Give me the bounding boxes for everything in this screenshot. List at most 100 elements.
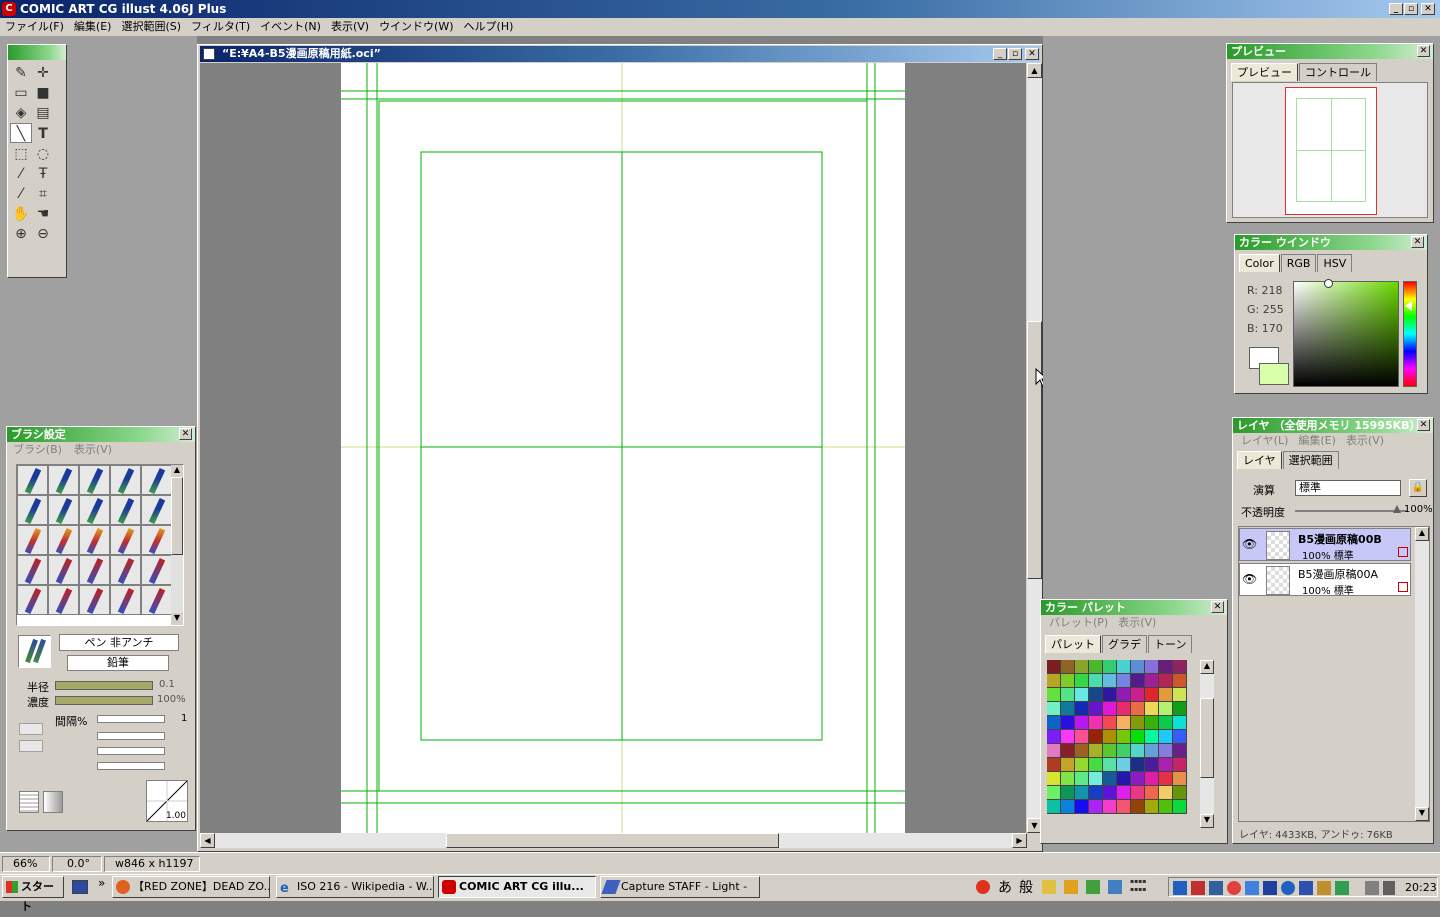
brush-preset-icon[interactable] xyxy=(110,585,141,615)
menu-selection[interactable]: 選択範囲(S) xyxy=(116,18,186,36)
layer-list-scrollbar[interactable]: ▲ ▼ xyxy=(1415,527,1429,821)
palette-swatch[interactable] xyxy=(1145,758,1159,772)
palette-swatch[interactable] xyxy=(1047,674,1061,688)
layer-scroll-up[interactable]: ▲ xyxy=(1415,527,1429,541)
palette-swatch[interactable] xyxy=(1061,800,1075,814)
hue-slider[interactable] xyxy=(1403,281,1417,387)
palette-swatch[interactable] xyxy=(1075,772,1089,786)
lasso-select-icon[interactable]: ◌ xyxy=(32,144,54,164)
palette-scroll-up[interactable]: ▲ xyxy=(1200,660,1214,674)
palette-swatch[interactable] xyxy=(1117,702,1131,716)
palette-swatch[interactable] xyxy=(1117,730,1131,744)
palette-swatch[interactable] xyxy=(1173,786,1187,800)
ime-tool-icon-4[interactable] xyxy=(1108,880,1122,894)
palette-swatch[interactable] xyxy=(1075,688,1089,702)
menu-event[interactable]: イベント(N) xyxy=(255,18,326,36)
palette-swatch[interactable] xyxy=(1075,660,1089,674)
tray-icon-10[interactable] xyxy=(1335,881,1349,895)
palette-swatch[interactable] xyxy=(1103,716,1117,730)
palette-swatch[interactable] xyxy=(1173,772,1187,786)
palette-swatch[interactable] xyxy=(1047,800,1061,814)
line-tool-icon[interactable]: ╲ xyxy=(10,123,32,143)
density-slider[interactable] xyxy=(55,696,153,705)
palette-swatch[interactable] xyxy=(1089,674,1103,688)
palette-swatch[interactable] xyxy=(1061,702,1075,716)
menu-help[interactable]: ヘルプ(H) xyxy=(459,18,519,36)
palette-swatch[interactable] xyxy=(1089,730,1103,744)
brush-preset-icon[interactable] xyxy=(141,555,172,585)
palette-swatch[interactable] xyxy=(1089,716,1103,730)
palette-swatch[interactable] xyxy=(1089,660,1103,674)
doc-scroll-thumb-h[interactable] xyxy=(446,833,779,848)
brush-preset-icon[interactable] xyxy=(141,585,172,615)
color-window-close-button[interactable]: ✕ xyxy=(1411,236,1424,248)
canvas-area[interactable] xyxy=(200,63,1026,833)
brush-preset-icon[interactable] xyxy=(17,495,48,525)
palette-swatch[interactable] xyxy=(1103,730,1117,744)
layer-menu-layer[interactable]: レイヤ(L) xyxy=(1241,434,1288,447)
palette-swatch[interactable] xyxy=(1075,716,1089,730)
palette-swatch[interactable] xyxy=(1103,758,1117,772)
palette-swatch[interactable] xyxy=(1047,786,1061,800)
opacity-slider[interactable] xyxy=(1295,510,1407,512)
pressure-curve[interactable]: 1.00 xyxy=(146,780,188,822)
brush-preset-icon[interactable] xyxy=(48,555,79,585)
palette-swatch[interactable] xyxy=(1159,660,1173,674)
brush-preset-icon[interactable] xyxy=(110,495,141,525)
opacity-slider-thumb[interactable] xyxy=(1393,505,1401,513)
palette-grid[interactable] xyxy=(1047,660,1199,828)
palette-swatch[interactable] xyxy=(1145,772,1159,786)
preview-area[interactable] xyxy=(1232,82,1428,218)
palette-swatch[interactable] xyxy=(1145,800,1159,814)
volume-icon[interactable] xyxy=(1383,881,1395,895)
rect-tool-icon[interactable]: ▭ xyxy=(10,83,32,103)
brush-preset-icon[interactable] xyxy=(48,585,79,615)
palette-swatch[interactable] xyxy=(1131,674,1145,688)
palette-swatch[interactable] xyxy=(1131,702,1145,716)
palette-swatch[interactable] xyxy=(1117,744,1131,758)
tab-gradient[interactable]: グラデ xyxy=(1102,635,1147,653)
fill-rect-tool-icon[interactable]: ■ xyxy=(32,83,54,103)
layer-row[interactable]: 👁 B5漫画原稿00B 100% 標準 xyxy=(1239,528,1411,562)
brush-menu-view[interactable]: 表示(V) xyxy=(74,443,112,456)
preview-close-button[interactable]: ✕ xyxy=(1417,45,1430,57)
gradient-tool-icon[interactable]: ▤ xyxy=(32,103,54,123)
crop-tool-icon[interactable]: ⌗ xyxy=(32,184,54,204)
tray-icon-4[interactable] xyxy=(1227,881,1241,895)
palette-swatch[interactable] xyxy=(1089,800,1103,814)
palette-swatch[interactable] xyxy=(1047,688,1061,702)
close-button[interactable]: ✕ xyxy=(1421,3,1435,15)
tab-selection[interactable]: 選択範囲 xyxy=(1282,451,1339,469)
zoom-in-icon[interactable]: ⊕ xyxy=(10,224,32,244)
palette-swatch[interactable] xyxy=(1103,674,1117,688)
palette-swatch[interactable] xyxy=(1075,800,1089,814)
brush-grid-scrollbar[interactable]: ▲ ▼ xyxy=(171,465,183,625)
palette-swatch[interactable] xyxy=(1103,660,1117,674)
texture-icon[interactable] xyxy=(19,791,39,813)
palette-swatch[interactable] xyxy=(1117,758,1131,772)
palette-swatch[interactable] xyxy=(1131,730,1145,744)
ime-tool-icon-2[interactable] xyxy=(1064,880,1078,894)
palette-swatch[interactable] xyxy=(1061,716,1075,730)
layer-lock-icon[interactable] xyxy=(1398,547,1408,557)
palette-swatch[interactable] xyxy=(1061,786,1075,800)
palette-swatch[interactable] xyxy=(1159,688,1173,702)
menu-filter[interactable]: フィルタ(T) xyxy=(186,18,255,36)
brush-shape-dots-icon[interactable] xyxy=(19,740,43,752)
option-slider-3[interactable] xyxy=(97,762,165,770)
palette-swatch[interactable] xyxy=(1145,716,1159,730)
palette-swatch[interactable] xyxy=(1131,744,1145,758)
layer-menu-view[interactable]: 表示(V) xyxy=(1346,434,1384,447)
palette-swatch[interactable] xyxy=(1159,758,1173,772)
palette-swatch[interactable] xyxy=(1173,730,1187,744)
brush-preset-icon[interactable] xyxy=(79,495,110,525)
palette-swatch[interactable] xyxy=(1047,772,1061,786)
tray-icon-7[interactable] xyxy=(1281,881,1295,895)
sv-picker-marker[interactable] xyxy=(1324,279,1333,288)
doc-maximize-button[interactable]: ▫ xyxy=(1008,48,1022,60)
palette-swatch[interactable] xyxy=(1159,800,1173,814)
palette-swatch[interactable] xyxy=(1131,786,1145,800)
palette-swatch[interactable] xyxy=(1047,702,1061,716)
palette-swatch[interactable] xyxy=(1047,744,1061,758)
eyedropper-icon[interactable]: ⁄ xyxy=(10,184,32,204)
